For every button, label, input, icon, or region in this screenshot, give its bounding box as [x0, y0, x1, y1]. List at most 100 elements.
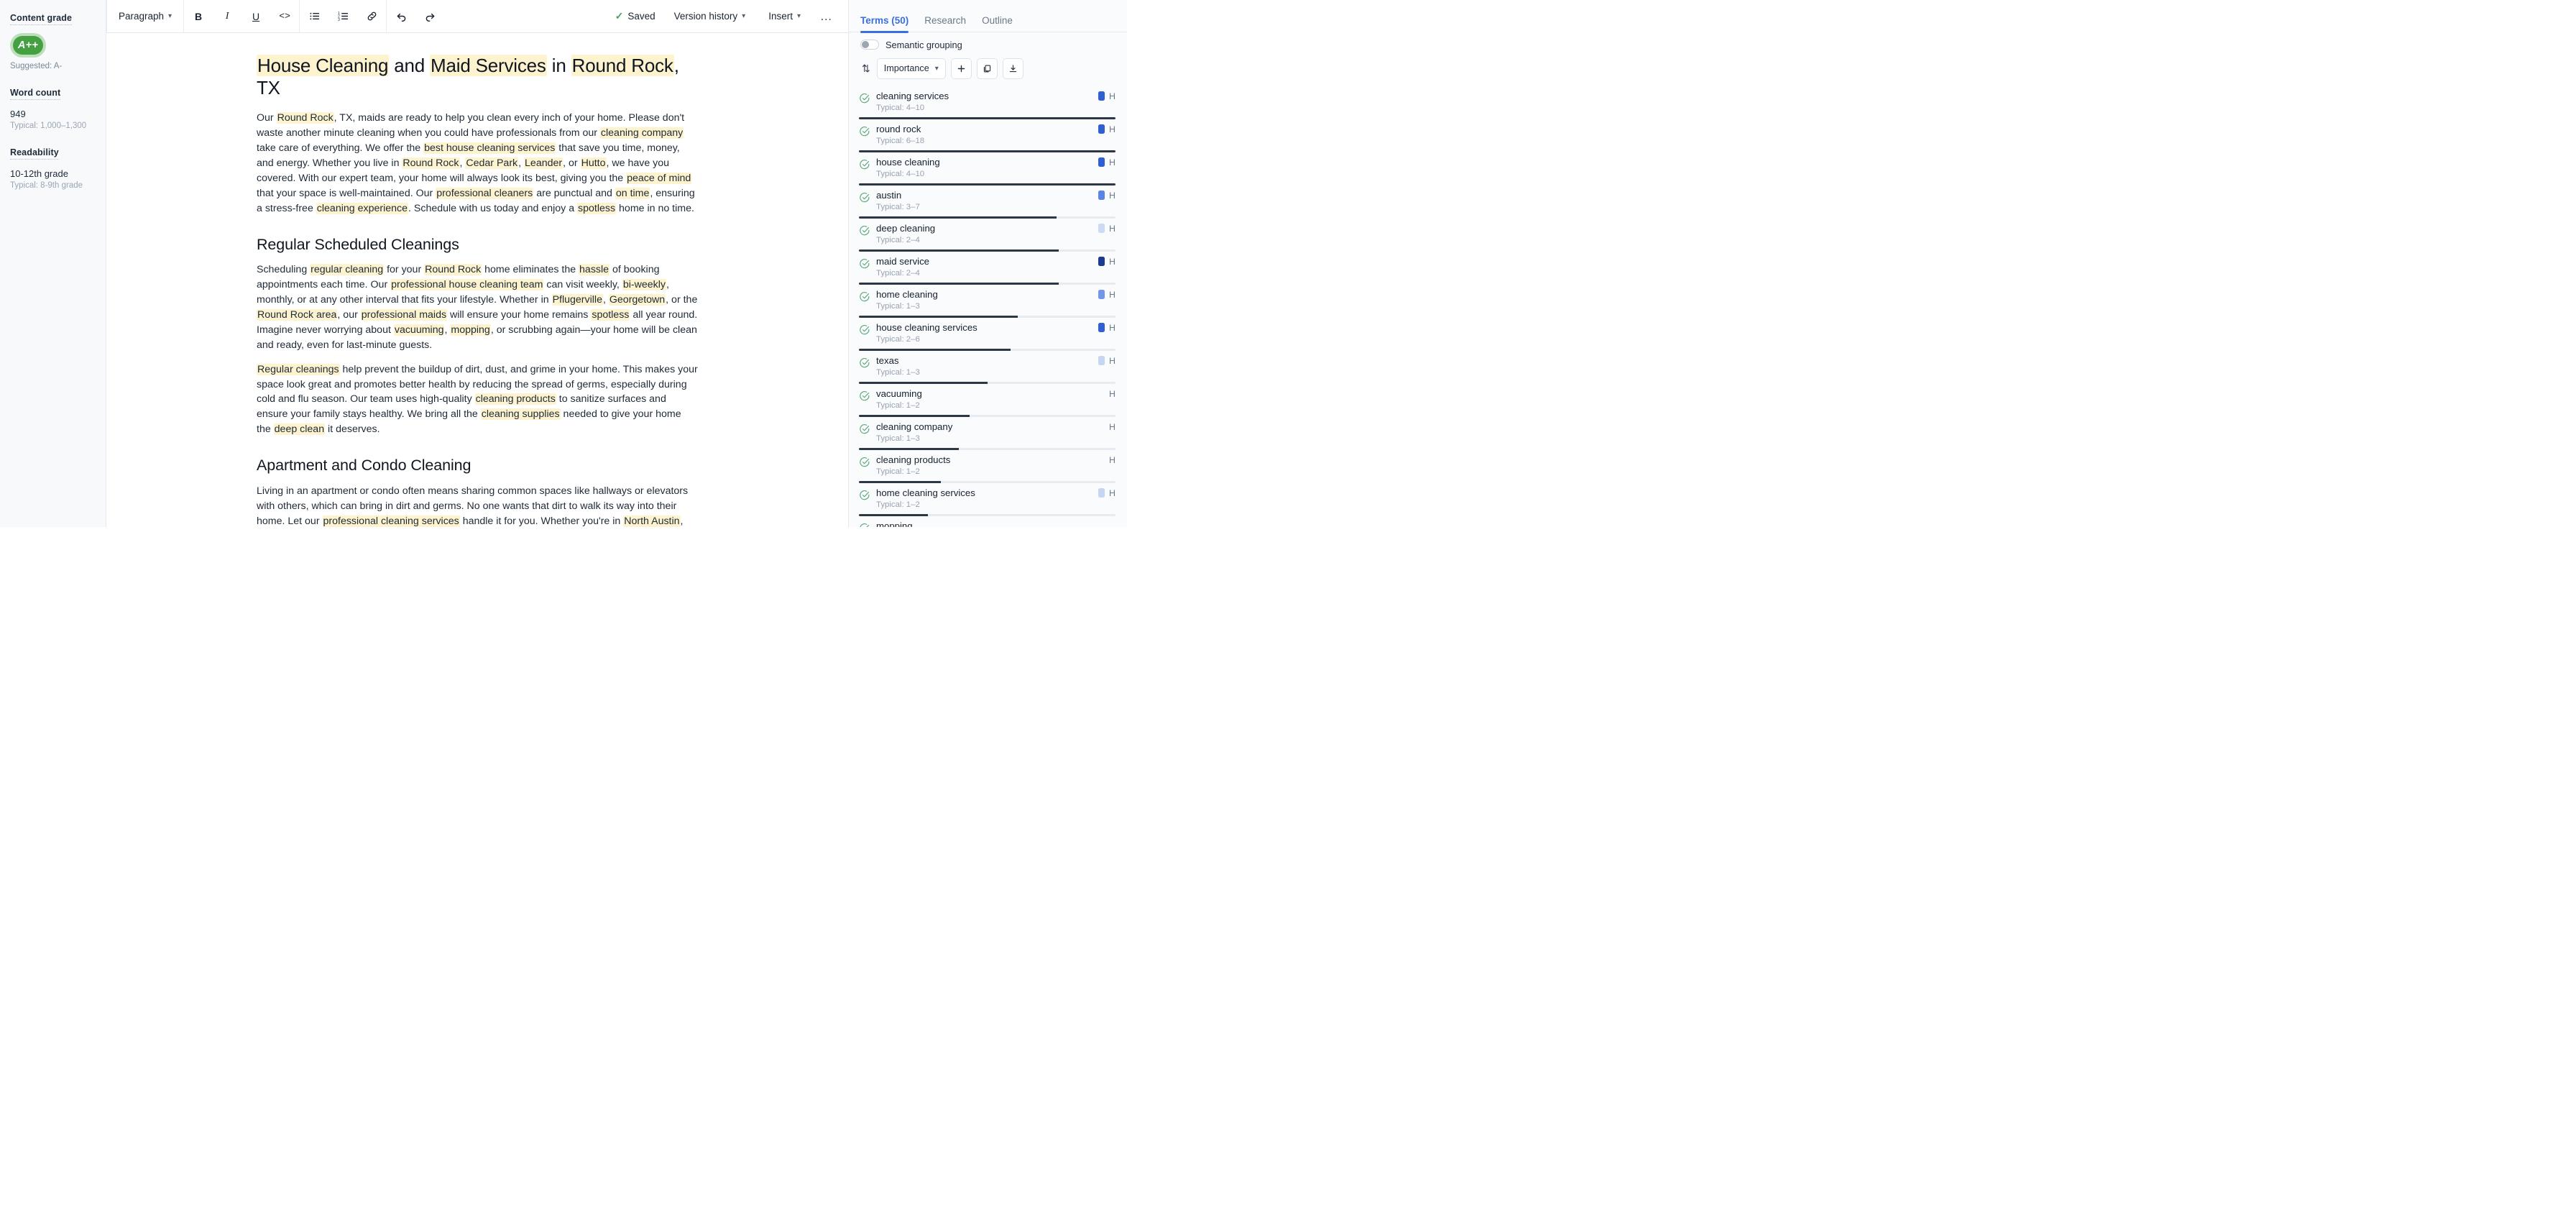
- copy-terms-button[interactable]: [976, 58, 998, 79]
- check-circle-icon[interactable]: [859, 225, 870, 240]
- sort-by-select[interactable]: Importance ▾: [876, 58, 946, 79]
- highlighted-term: professional cleaners: [436, 187, 534, 199]
- term-heading-flag[interactable]: H: [1109, 323, 1116, 333]
- check-circle-icon[interactable]: [859, 423, 870, 439]
- check-circle-icon[interactable]: [859, 258, 870, 273]
- panel-tabs: Terms (50) Research Outline: [849, 0, 1127, 33]
- term-typical-range: Typical: 1–2: [876, 401, 920, 411]
- term-heading-flag[interactable]: H: [1109, 455, 1116, 465]
- term-heading-flag[interactable]: H: [1109, 124, 1116, 134]
- terms-controls: Semantic grouping ⇅ Importance ▾: [849, 32, 1127, 83]
- term-row[interactable]: vacuuming Typical: 1–2 H: [849, 384, 1127, 417]
- undo-icon[interactable]: [389, 4, 413, 29]
- link-icon[interactable]: [359, 4, 384, 29]
- term-row-content: austin Typical: 3–7 H: [859, 190, 1116, 211]
- term-row[interactable]: maid service Typical: 2–4 H: [849, 252, 1127, 285]
- term-row-content: cleaning services Typical: 4–10 H: [859, 91, 1116, 112]
- term-usage-badge: [1098, 224, 1105, 234]
- heading-regular-scheduled-cleanings: Regular Scheduled Cleanings: [257, 235, 459, 253]
- paragraph-style-dropdown[interactable]: Paragraph ▾: [111, 4, 179, 29]
- term-heading-flag[interactable]: H: [1109, 356, 1116, 366]
- check-circle-icon[interactable]: [859, 523, 870, 527]
- code-button[interactable]: <>: [272, 4, 297, 29]
- more-options-button[interactable]: …: [814, 4, 839, 29]
- term-heading-flag[interactable]: H: [1109, 157, 1116, 168]
- term-usage-indicator: H: [1109, 455, 1116, 465]
- tab-outline[interactable]: Outline: [982, 15, 1013, 32]
- term-row-content: cleaning products Typical: 1–2 H: [859, 454, 1116, 477]
- term-heading-flag[interactable]: H: [1109, 290, 1116, 300]
- term-row[interactable]: deep cleaning Typical: 2–4 H: [849, 219, 1127, 252]
- term-typical-range: Typical: 1–3: [876, 368, 920, 377]
- readability-label[interactable]: Readability: [10, 147, 59, 160]
- term-heading-flag[interactable]: H: [1109, 91, 1116, 101]
- underline-button[interactable]: U: [244, 4, 268, 29]
- check-circle-icon[interactable]: [859, 357, 870, 372]
- check-circle-icon[interactable]: [859, 291, 870, 306]
- term-heading-flag[interactable]: H: [1109, 224, 1116, 234]
- italic-button[interactable]: I: [215, 4, 239, 29]
- term-heading-flag[interactable]: H: [1109, 257, 1116, 267]
- term-text-block: mopping: [876, 521, 1110, 527]
- check-circle-icon[interactable]: [859, 324, 870, 339]
- term-typical-range: Typical: 1–2: [876, 467, 920, 477]
- document-body[interactable]: House Cleaning and Maid Services in Roun…: [257, 33, 698, 527]
- bold-button[interactable]: B: [186, 4, 211, 29]
- term-row[interactable]: cleaning services Typical: 4–10 H: [849, 86, 1127, 119]
- term-heading-flag[interactable]: H: [1109, 488, 1116, 498]
- highlighted-term: Hutto: [580, 157, 607, 169]
- term-text-block: round rock Typical: 6–18: [876, 124, 1092, 146]
- insert-dropdown[interactable]: Insert ▾: [761, 4, 808, 29]
- term-row[interactable]: mopping: [849, 516, 1127, 527]
- term-row[interactable]: round rock Typical: 6–18 H: [849, 119, 1127, 152]
- download-terms-button[interactable]: [1002, 58, 1024, 79]
- word-count-label[interactable]: Word count: [10, 88, 61, 100]
- highlighted-term: Round Rock: [276, 112, 334, 124]
- check-circle-icon[interactable]: [859, 126, 870, 141]
- term-row[interactable]: texas Typical: 1–3 H: [849, 351, 1127, 384]
- version-history-dropdown[interactable]: Version history ▾: [667, 4, 753, 29]
- document-scroll-area[interactable]: House Cleaning and Maid Services in Roun…: [106, 33, 848, 527]
- term-name: round rock: [876, 123, 921, 134]
- highlighted-term: cleaning company: [599, 127, 684, 139]
- term-row[interactable]: house cleaning Typical: 4–10 H: [849, 152, 1127, 185]
- redo-icon[interactable]: [418, 4, 442, 29]
- term-row[interactable]: home cleaning Typical: 1–3 H: [849, 285, 1127, 318]
- check-circle-icon[interactable]: [859, 93, 870, 108]
- term-name: home cleaning: [876, 288, 938, 300]
- check-circle-icon[interactable]: [859, 159, 870, 174]
- terms-toolbar: ⇅ Importance ▾: [860, 58, 1116, 79]
- check-circle-icon[interactable]: [859, 490, 870, 505]
- term-text-block: house cleaning Typical: 4–10: [876, 157, 1092, 179]
- readability-metric: Readability 10-12th grade Typical: 8-9th…: [10, 146, 96, 190]
- highlighted-term: vacuuming: [393, 324, 445, 336]
- term-row[interactable]: austin Typical: 3–7 H: [849, 185, 1127, 219]
- check-circle-icon[interactable]: [859, 457, 870, 472]
- term-heading-flag[interactable]: H: [1109, 389, 1116, 399]
- check-circle-icon[interactable]: [859, 390, 870, 406]
- term-text-block: texas Typical: 1–3: [876, 355, 1092, 377]
- term-row[interactable]: house cleaning services Typical: 2–6 H: [849, 318, 1127, 351]
- term-name: cleaning company: [876, 421, 953, 432]
- term-usage-badge: [1098, 191, 1105, 201]
- term-heading-flag[interactable]: H: [1109, 422, 1116, 432]
- tab-terms[interactable]: Terms (50): [860, 15, 909, 33]
- semantic-grouping-toggle[interactable]: [860, 40, 879, 50]
- term-heading-flag[interactable]: H: [1109, 191, 1116, 201]
- title-part-0: House Cleaning: [257, 55, 390, 76]
- sort-arrows-icon[interactable]: ⇅: [860, 63, 872, 75]
- highlighted-term: cleaning experience: [316, 202, 408, 214]
- numbered-list-icon[interactable]: 1 2 3: [331, 4, 355, 29]
- content-grade-label[interactable]: Content grade: [10, 13, 73, 25]
- highlighted-term: professional maids: [360, 309, 448, 321]
- term-row[interactable]: cleaning company Typical: 1–3 H: [849, 417, 1127, 450]
- highlighted-term: Leander: [524, 157, 564, 169]
- term-row[interactable]: cleaning products Typical: 1–2 H: [849, 450, 1127, 483]
- terms-list[interactable]: cleaning services Typical: 4–10 H round roc…: [849, 83, 1127, 527]
- term-name: mopping: [876, 520, 913, 527]
- term-row[interactable]: home cleaning services Typical: 1–2 H: [849, 483, 1127, 516]
- tab-research[interactable]: Research: [924, 15, 966, 32]
- check-circle-icon[interactable]: [859, 192, 870, 207]
- bullet-list-icon[interactable]: [302, 4, 326, 29]
- add-term-button[interactable]: [950, 58, 972, 79]
